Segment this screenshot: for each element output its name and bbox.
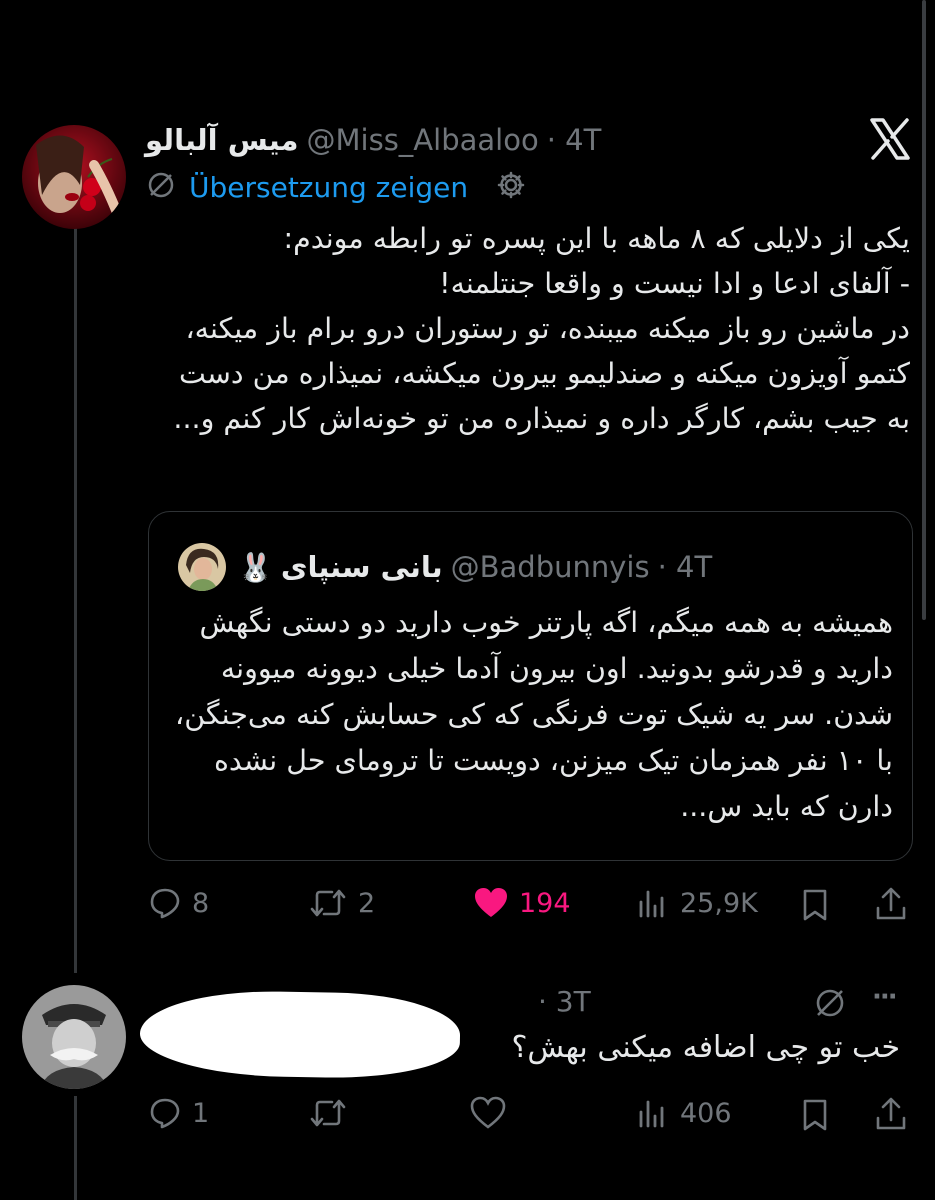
heart-outline-icon <box>470 1096 506 1130</box>
quoted-body: همیشه به همه میگم، اگه پارتنر خوب دارید … <box>175 606 893 823</box>
quoted-time[interactable]: · 4T <box>658 550 713 584</box>
reply-icon <box>148 886 182 920</box>
no-translate-icon[interactable] <box>812 985 848 1025</box>
reply-time[interactable]: · 3T <box>538 985 591 1018</box>
reply-retweet-button[interactable] <box>308 1096 358 1130</box>
reply-views-count: 406 <box>680 1097 732 1129</box>
quoted-author-avatar[interactable] <box>178 543 226 591</box>
retweet-icon <box>308 886 348 920</box>
more-icon[interactable]: ··· <box>872 982 898 1012</box>
reply-body: خب تو چی اضافه میکنی بهش؟ <box>511 1030 900 1065</box>
views-count: 25,9K <box>680 887 758 919</box>
gear-icon[interactable] <box>496 170 526 204</box>
translate-row: Übersetzung zeigen <box>145 167 526 207</box>
reply-like-button[interactable] <box>470 1096 516 1130</box>
bookmark-icon[interactable] <box>800 888 830 926</box>
redacted-name <box>139 989 461 1080</box>
share-icon[interactable] <box>874 886 908 926</box>
x-logo-icon[interactable] <box>868 117 912 161</box>
show-translation-link[interactable]: Übersetzung zeigen <box>189 171 468 204</box>
reply-reply-count: 1 <box>192 1097 210 1129</box>
thread-line <box>74 218 77 973</box>
like-count: 194 <box>519 887 571 919</box>
tweet-body: یکی از دلایلی که ۸ ماهه با این پسره تو ر… <box>173 222 910 435</box>
author-name[interactable]: میس آلبالو <box>145 123 299 157</box>
views-icon <box>636 1096 670 1130</box>
like-button[interactable]: 194 <box>473 886 571 920</box>
scrollbar[interactable] <box>922 0 926 620</box>
bunny-emoji: 🐰 <box>238 550 273 584</box>
thread-line-lower <box>74 1096 77 1200</box>
tweet-header: میس آلبالو @Miss_Albaaloo · 4T <box>145 118 601 162</box>
translate-icon <box>145 169 177 205</box>
reply-views-button[interactable]: 406 <box>636 1096 732 1130</box>
views-button[interactable]: 25,9K <box>636 886 758 920</box>
reply-reply-button[interactable]: 1 <box>148 1096 209 1130</box>
tweet-time[interactable]: · 4T <box>547 123 602 157</box>
reply-button[interactable]: 8 <box>148 886 209 920</box>
author-handle[interactable]: @Miss_Albaaloo <box>307 123 539 157</box>
reply-author-avatar[interactable] <box>22 985 126 1089</box>
bookmark-icon[interactable] <box>800 1098 830 1136</box>
reply-icon <box>148 1096 182 1130</box>
share-icon[interactable] <box>874 1096 908 1136</box>
reply-count: 8 <box>192 887 210 919</box>
reply-actions: 1 406 <box>148 1090 918 1140</box>
quoted-header: 🐰 بانی سنپای @Badbunnyis · 4T <box>238 545 712 589</box>
retweet-count: 2 <box>358 887 376 919</box>
retweet-icon <box>308 1096 348 1130</box>
quoted-author-name[interactable]: بانی سنپای <box>281 550 443 584</box>
retweet-button[interactable]: 2 <box>308 886 375 920</box>
quoted-handle[interactable]: @Badbunnyis <box>451 550 650 584</box>
views-icon <box>636 886 670 920</box>
heart-icon <box>473 886 509 920</box>
tweet-actions: 8 2 194 25,9K <box>148 880 918 930</box>
author-avatar[interactable] <box>22 125 126 229</box>
